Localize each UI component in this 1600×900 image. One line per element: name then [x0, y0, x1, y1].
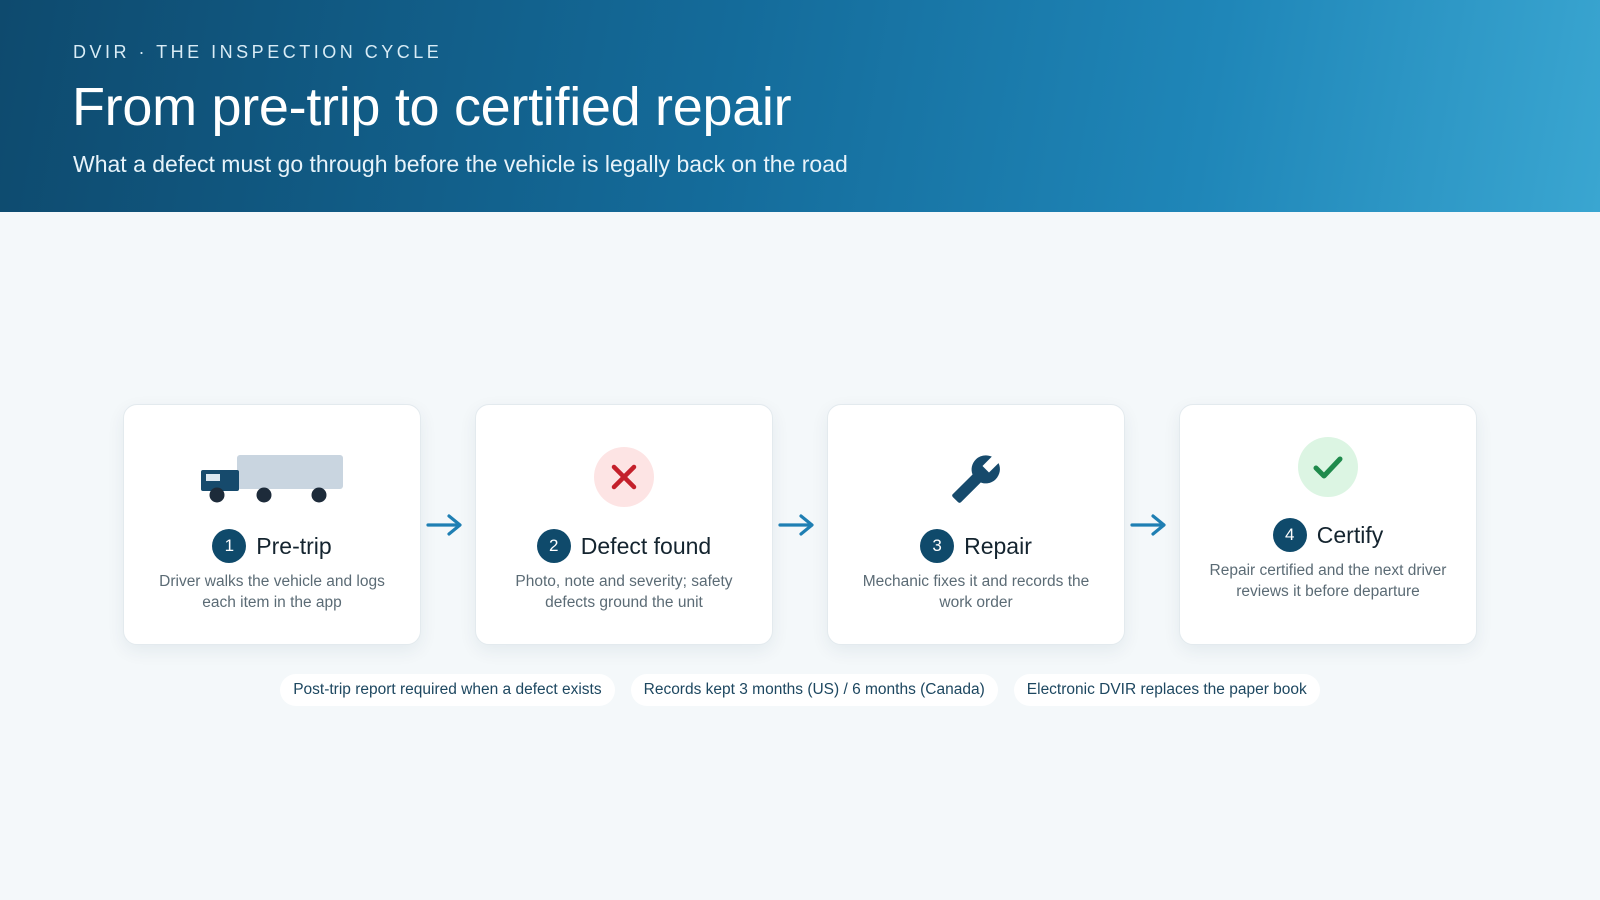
- checkmark-icon: [1180, 437, 1476, 497]
- step-description: Repair certified and the next driver rev…: [1209, 562, 1447, 600]
- step-title: Defect found: [580, 532, 712, 559]
- step-card-certify: 4 Certify Repair certified and the next …: [1179, 404, 1477, 645]
- step-description: Photo, note and severity; safety defects…: [515, 573, 733, 611]
- step-number-badge: 3: [920, 529, 955, 563]
- step-number-badge: 1: [212, 529, 247, 563]
- notes-row: Post-trip report required when a defect …: [0, 674, 1600, 706]
- step-title: Pre-trip: [256, 532, 332, 559]
- wrench-icon: [828, 453, 1124, 505]
- truck-icon: [124, 453, 420, 503]
- arrow-right-icon: [1130, 514, 1166, 536]
- arrow-right-icon: [426, 514, 462, 536]
- step-card-repair: 3 Repair Mechanic fixes it and records t…: [827, 404, 1125, 645]
- step-description: Mechanic fixes it and records the work o…: [862, 573, 1090, 611]
- step-card-pre-trip: 1 Pre-trip Driver walks the vehicle and …: [123, 404, 421, 645]
- note-pill: Post-trip report required when a defect …: [280, 674, 615, 706]
- step-title: Certify: [1316, 521, 1384, 548]
- page-subtitle: What a defect must go through before the…: [73, 151, 848, 177]
- step-description: Driver walks the vehicle and logs each i…: [159, 573, 385, 611]
- step-number-badge: 2: [536, 529, 571, 563]
- header-banner: DVIR · THE INSPECTION CYCLE From pre-tri…: [0, 0, 1600, 212]
- note-pill: Electronic DVIR replaces the paper book: [1013, 674, 1320, 706]
- note-pill: Records kept 3 months (US) / 6 months (C…: [630, 674, 998, 706]
- eyebrow-label: DVIR · THE INSPECTION CYCLE: [73, 42, 443, 62]
- x-mark-icon: [476, 447, 772, 507]
- page-title: From pre-trip to certified repair: [72, 77, 792, 137]
- step-number-badge: 4: [1272, 518, 1307, 552]
- step-card-defect-found: 2 Defect found Photo, note and severity;…: [475, 404, 773, 645]
- arrow-right-icon: [778, 514, 814, 536]
- step-title: Repair: [964, 532, 1032, 559]
